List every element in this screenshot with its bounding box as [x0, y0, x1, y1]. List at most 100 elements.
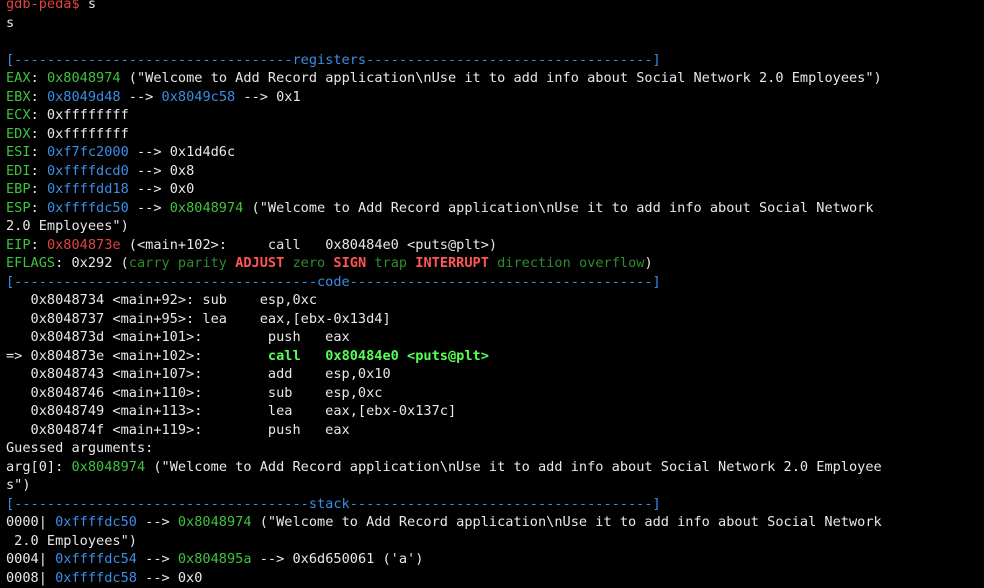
- terminal-text-segment: gdb-peda$: [6, 0, 88, 12]
- terminal-line: EBX: 0x8049d48 --> 0x8049c58 --> 0x1: [6, 88, 984, 107]
- terminal-text-segment: EDI: [6, 162, 31, 179]
- terminal-output[interactable]: gdb-peda$ s s [---------------------------…: [0, 0, 984, 588]
- terminal-text-segment: ESI: [6, 144, 31, 160]
- terminal-text-segment: : 0x292 (: [55, 255, 129, 271]
- terminal-text-segment: 0x8049c58: [161, 88, 236, 105]
- terminal-text-segment: ("Welcome to Add Record application\nUse…: [251, 514, 882, 530]
- terminal-text-segment: -->: [128, 199, 170, 216]
- terminal-text-segment: (<main+102>: call 0x80484e0 <puts@plt>): [120, 236, 498, 253]
- terminal-text-segment: 0x8048974: [46, 70, 121, 86]
- terminal-line: EDI: 0xffffdcd0 --> 0x8: [6, 162, 984, 181]
- terminal-text-segment: 0008|: [6, 569, 56, 586]
- terminal-line: 0004| 0xffffdc54 --> 0x804895a --> 0x6d6…: [6, 550, 984, 569]
- terminal-text-segment: ("Welcome to Add Record application\nUse…: [145, 458, 882, 475]
- terminal-text-segment: 0x804895a: [177, 551, 252, 567]
- terminal-text-segment: 2.0 Employees"): [6, 532, 137, 549]
- terminal-line: 0x8048743 <main+107>: add esp,0x10: [6, 365, 984, 384]
- terminal-line: 0x8048746 <main+110>: sub esp,0xc: [6, 384, 984, 403]
- terminal-text-segment: :: [30, 236, 47, 253]
- terminal-line: arg[0]: 0x8048974 ("Welcome to Add Recor…: [6, 458, 984, 477]
- terminal-text-segment: 2.0 Employees"): [6, 218, 129, 234]
- terminal-text-segment: -->: [120, 88, 162, 105]
- terminal-line: ESI: 0xf7fc2000 --> 0x1d4d6c: [6, 143, 984, 162]
- terminal-line: [----------------------------------regis…: [6, 51, 984, 70]
- terminal-text-segment: ESP: [6, 199, 31, 216]
- terminal-text-segment: :: [30, 88, 47, 105]
- terminal-text-segment: 0xffffdcd0: [46, 162, 129, 179]
- terminal-text-segment: ): [644, 255, 653, 271]
- terminal-line: gdb-peda$ s: [6, 0, 984, 14]
- terminal-text-segment: 0x8048734 <main+92>: sub esp,0xc: [6, 292, 317, 308]
- terminal-text-segment: INTERRUPT: [415, 255, 489, 271]
- terminal-line: s"): [6, 476, 984, 495]
- terminal-text-segment: EIP: [6, 236, 31, 253]
- terminal-line: EBP: 0xffffdd18 --> 0x0: [6, 180, 984, 199]
- terminal-text-segment: 0xffffdc58: [55, 569, 137, 586]
- terminal-text-segment: EBX: [6, 88, 31, 105]
- terminal-line: ESP: 0xffffdc50 --> 0x8048974 ("Welcome …: [6, 199, 984, 218]
- terminal-line: ECX: 0xffffffff: [6, 106, 984, 125]
- terminal-line: EDX: 0xffffffff: [6, 125, 984, 144]
- terminal-text-segment: EAX: [6, 70, 31, 86]
- terminal-text-segment: :: [30, 70, 47, 86]
- terminal-line: 0x8048737 <main+95>: lea eax,[ebx-0x13d4…: [6, 310, 984, 329]
- terminal-text-segment: ADJUST: [235, 255, 285, 271]
- terminal-line: 2.0 Employees"): [6, 217, 984, 236]
- terminal-text-segment: 0000|: [6, 514, 56, 530]
- terminal-line: EIP: 0x804873e (<main+102>: call 0x80484…: [6, 236, 984, 255]
- terminal-text-segment: 0x8049d48: [46, 88, 121, 105]
- terminal-text-segment: [-------------------------------------co…: [6, 273, 661, 290]
- terminal-text-segment: 0x8048749 <main+113>: lea eax,[ebx-0x137…: [6, 403, 457, 419]
- terminal-text-segment: carry parity: [128, 255, 236, 271]
- terminal-text-segment: [------------------------------------sta…: [6, 495, 661, 512]
- terminal-line: s: [6, 14, 984, 33]
- terminal-text-segment: :: [30, 181, 47, 197]
- terminal-text-segment: SIGN: [333, 255, 367, 271]
- terminal-text-segment: 0xffffdc50: [55, 514, 137, 530]
- terminal-text-segment: EFLAGS: [6, 255, 56, 271]
- terminal-text-segment: s: [6, 14, 15, 31]
- terminal-text-segment: 0x804873e: [46, 236, 121, 253]
- terminal-text-segment: --> 0x0: [136, 569, 203, 586]
- terminal-text-segment: 0x804874f <main+119>: push eax: [6, 421, 350, 438]
- terminal-text-segment: 0xffffdc54: [55, 551, 137, 567]
- terminal-text-segment: direction overflow: [488, 255, 645, 271]
- terminal-line: 0008| 0xffffdc58 --> 0x0: [6, 569, 984, 588]
- terminal-text-segment: s: [87, 0, 97, 12]
- terminal-line: 0x8048749 <main+113>: lea eax,[ebx-0x137…: [6, 402, 984, 421]
- terminal-text-segment: -->: [136, 514, 178, 530]
- terminal-line: Guessed arguments:: [6, 439, 984, 458]
- terminal-text-segment: 0x804873d <main+101>: push eax: [6, 329, 350, 345]
- terminal-text-segment: 0x8048746 <main+110>: sub esp,0xc: [6, 384, 383, 401]
- terminal-line: EAX: 0x8048974 ("Welcome to Add Record a…: [6, 69, 984, 88]
- terminal-line: => 0x804873e <main+102>: call 0x80484e0 …: [6, 347, 984, 366]
- terminal-text-segment: :: [30, 199, 47, 216]
- terminal-line: 0x804874f <main+119>: push eax: [6, 421, 984, 440]
- terminal-text-segment: => 0x804873e <main+102>:: [6, 347, 268, 364]
- terminal-text-segment: EDX: [6, 125, 31, 142]
- terminal-text-segment: --> 0x1: [235, 88, 301, 105]
- terminal-text-segment: call 0x80484e0 <puts@plt>: [267, 347, 489, 364]
- terminal-text-segment: trap: [366, 255, 416, 271]
- terminal-text-segment: 0x8048974: [169, 199, 244, 216]
- terminal-text-segment: 0x8048737 <main+95>: lea eax,[ebx-0x13d4…: [6, 310, 391, 327]
- terminal-text-segment: 0x8048974: [177, 514, 252, 530]
- terminal-text-segment: :: [30, 144, 47, 160]
- terminal-text-segment: 0x8048743 <main+107>: add esp,0x10: [6, 366, 391, 382]
- terminal-text-segment: 0xffffdd18: [46, 181, 129, 197]
- terminal-text-segment: --> 0x6d650061 ('a'): [251, 551, 424, 567]
- terminal-text-segment: 0xf7fc2000: [46, 144, 129, 160]
- terminal-line: 0x8048734 <main+92>: sub esp,0xc: [6, 291, 984, 310]
- terminal-text-segment: ("Welcome to Add Record application\nUse…: [120, 70, 882, 86]
- terminal-text-segment: 0x8048974: [71, 458, 146, 475]
- terminal-text-segment: : 0xffffffff: [30, 107, 129, 123]
- terminal-text-segment: ECX: [6, 107, 31, 123]
- terminal-line: [-------------------------------------co…: [6, 273, 984, 292]
- terminal-line: EFLAGS: 0x292 (carry parity ADJUST zero …: [6, 254, 984, 273]
- terminal-text-segment: Guessed arguments:: [6, 440, 154, 456]
- terminal-text-segment: :: [30, 162, 47, 179]
- terminal-line: 0x804873d <main+101>: push eax: [6, 328, 984, 347]
- terminal-text-segment: --> 0x1d4d6c: [128, 144, 236, 160]
- terminal-text-segment: 0xffffdc50: [46, 199, 129, 216]
